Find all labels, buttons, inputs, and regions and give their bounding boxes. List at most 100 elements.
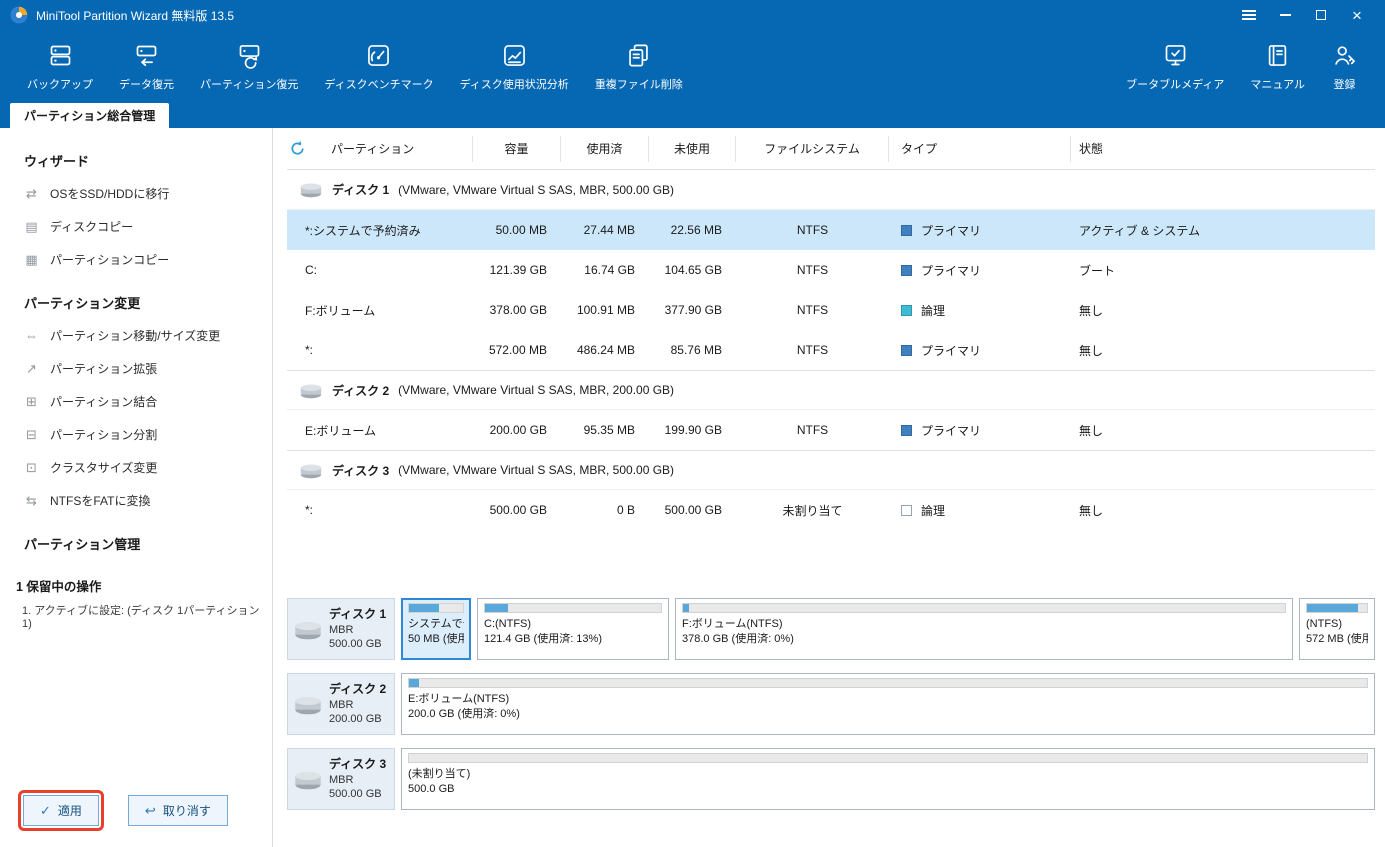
sidebar-section-partition-change: パーティション変更 bbox=[0, 284, 272, 319]
disk-group-2: ディスク 2 (VMware, VMware Virtual S SAS, MB… bbox=[287, 370, 1375, 450]
sidebar-item-label: ディスクコピー bbox=[50, 218, 133, 235]
unallocated-type-square bbox=[901, 505, 912, 516]
partition-row-c[interactable]: C: 121.39 GB 16.74 GB 104.65 GB NTFS プライ… bbox=[287, 250, 1375, 290]
toolbar-data-recovery[interactable]: データ復元 bbox=[108, 38, 185, 96]
table-header: パーティション 容量 使用済 未使用 ファイルシステム タイプ 状態 bbox=[287, 128, 1375, 170]
partition-recovery-icon bbox=[236, 42, 263, 69]
partition-block-f[interactable]: F:ボリューム(NTFS) 378.0 GB (使用済: 0%) bbox=[675, 598, 1293, 660]
tab-partition-management[interactable]: パーティション総合管理 bbox=[10, 103, 169, 128]
toolbar-backup[interactable]: バックアップ bbox=[16, 38, 104, 96]
sidebar-item-disk-copy[interactable]: ▤ ディスクコピー bbox=[0, 210, 272, 243]
toolbar-register[interactable]: 登録 bbox=[1320, 38, 1369, 96]
usage-bar bbox=[408, 603, 464, 613]
toolbar-manual[interactable]: マニュアル bbox=[1239, 38, 1316, 96]
content-area: ウィザード ⇄ OSをSSD/HDDに移行 ▤ ディスクコピー ▦ パーティショ… bbox=[0, 128, 1385, 847]
sidebar-item-migrate-os[interactable]: ⇄ OSをSSD/HDDに移行 bbox=[0, 177, 272, 210]
disk2-label[interactable]: ディスク 2 MBR 200.00 GB bbox=[287, 673, 395, 735]
disk-name: ディスク 1 bbox=[332, 181, 389, 198]
partition-filesystem: NTFS bbox=[736, 303, 889, 317]
partition-status: ブート bbox=[1071, 262, 1375, 279]
partition-capacity: 378.00 GB bbox=[473, 303, 561, 317]
menu-icon[interactable] bbox=[1231, 0, 1267, 30]
partition-used: 27.44 MB bbox=[561, 223, 649, 237]
logical-type-square bbox=[901, 305, 912, 316]
refresh-icon[interactable] bbox=[287, 136, 327, 162]
partition-block-c[interactable]: C:(NTFS) 121.4 GB (使用済: 13%) bbox=[477, 598, 669, 660]
partition-unused: 500.00 GB bbox=[649, 503, 736, 517]
sidebar-item-split[interactable]: ⊟ パーティション分割 bbox=[0, 418, 272, 451]
merge-partition-icon: ⊞ bbox=[24, 394, 39, 410]
disk3-header[interactable]: ディスク 3 (VMware, VMware Virtual S SAS, MB… bbox=[287, 450, 1375, 490]
sidebar-item-extend[interactable]: ↗ パーティション拡張 bbox=[0, 352, 272, 385]
disk-scheme: MBR bbox=[329, 698, 386, 712]
primary-type-square bbox=[901, 265, 912, 276]
partition-name: E:ボリューム bbox=[287, 422, 473, 439]
partition-capacity: 200.00 GB bbox=[473, 423, 561, 437]
partition-type: プライマリ bbox=[889, 222, 1071, 239]
sidebar-item-move-resize[interactable]: ⇔ パーティション移動/サイズ変更 bbox=[0, 319, 272, 352]
partition-unused: 104.65 GB bbox=[649, 263, 736, 277]
tab-bar: パーティション総合管理 bbox=[0, 103, 1385, 128]
partition-capacity: 50.00 MB bbox=[473, 223, 561, 237]
undo-button[interactable]: ↩ 取り消す bbox=[128, 795, 228, 826]
column-header-partition: パーティション bbox=[327, 136, 473, 162]
main-panel: パーティション 容量 使用済 未使用 ファイルシステム タイプ 状態 ディスク … bbox=[273, 128, 1385, 847]
column-header-used: 使用済 bbox=[561, 136, 649, 162]
partition-row-unnamed[interactable]: *: 572.00 MB 486.24 MB 85.76 MB NTFS プライ… bbox=[287, 330, 1375, 370]
disk-info: (VMware, VMware Virtual S SAS, MBR, 500.… bbox=[398, 183, 674, 197]
toolbar-partition-recovery[interactable]: パーティション復元 bbox=[189, 38, 309, 96]
pending-operation-item: 1. アクティブに設定: (ディスク 1パーティション1) bbox=[0, 602, 272, 632]
disk2-header[interactable]: ディスク 2 (VMware, VMware Virtual S SAS, MB… bbox=[287, 370, 1375, 410]
partition-block-unallocated[interactable]: (未割り当て) 500.0 GB bbox=[401, 748, 1375, 810]
split-partition-icon: ⊟ bbox=[24, 427, 39, 443]
partition-used: 486.24 MB bbox=[561, 343, 649, 357]
toolbar-label: ディスク使用状況分析 bbox=[460, 76, 569, 92]
partition-type: プライマリ bbox=[889, 342, 1071, 359]
sidebar-item-label: NTFSをFATに変換 bbox=[50, 492, 150, 509]
close-icon[interactable]: × bbox=[1339, 0, 1375, 30]
partition-row-unallocated[interactable]: *: 500.00 GB 0 B 500.00 GB 未割り当て 論理 無し bbox=[287, 490, 1375, 530]
disk1-label[interactable]: ディスク 1 MBR 500.00 GB bbox=[287, 598, 395, 660]
partition-name: *: bbox=[287, 343, 473, 357]
partition-block-e[interactable]: E:ボリューム(NTFS) 200.0 GB (使用済: 0%) bbox=[401, 673, 1375, 735]
maximize-icon[interactable] bbox=[1303, 0, 1339, 30]
sidebar-item-change-cluster-size[interactable]: ⊡ クラスタサイズ変更 bbox=[0, 451, 272, 484]
column-header-unused: 未使用 bbox=[649, 136, 736, 162]
apply-button[interactable]: ✓ 適用 bbox=[23, 795, 99, 826]
disk3-label[interactable]: ディスク 3 MBR 500.00 GB bbox=[287, 748, 395, 810]
partition-row-f[interactable]: F:ボリューム 378.00 GB 100.91 MB 377.90 GB NT… bbox=[287, 290, 1375, 330]
partition-unused: 199.90 GB bbox=[649, 423, 736, 437]
sidebar-item-label: パーティション移動/サイズ変更 bbox=[50, 327, 220, 344]
sidebar-section-partition-management: パーティション管理 bbox=[0, 525, 272, 560]
partition-type: プライマリ bbox=[889, 422, 1071, 439]
partition-status: 無し bbox=[1071, 502, 1375, 519]
window-title: MiniTool Partition Wizard 無料版 13.5 bbox=[36, 7, 234, 24]
sidebar-item-convert-ntfs-fat[interactable]: ⇆ NTFSをFATに変換 bbox=[0, 484, 272, 517]
minimize-icon[interactable] bbox=[1267, 0, 1303, 30]
partition-row-e[interactable]: E:ボリューム 200.00 GB 95.35 MB 199.90 GB NTF… bbox=[287, 410, 1375, 450]
disk-group-1: ディスク 1 (VMware, VMware Virtual S SAS, MB… bbox=[287, 170, 1375, 370]
cluster-size-icon: ⊡ bbox=[24, 460, 39, 476]
partition-unused: 22.56 MB bbox=[649, 223, 736, 237]
partition-row-system-reserved[interactable]: *:システムで予約済み 50.00 MB 27.44 MB 22.56 MB N… bbox=[287, 210, 1375, 250]
sidebar-item-merge[interactable]: ⊞ パーティション結合 bbox=[0, 385, 272, 418]
toolbar-label: ディスクベンチマーク bbox=[324, 76, 433, 92]
register-icon bbox=[1331, 42, 1358, 69]
partition-filesystem: NTFS bbox=[736, 223, 889, 237]
toolbar-bootable-media[interactable]: ブータブルメディア bbox=[1115, 38, 1235, 96]
partition-capacity: 500.00 GB bbox=[473, 503, 561, 517]
move-resize-icon: ⇔ bbox=[24, 328, 39, 343]
disk1-header[interactable]: ディスク 1 (VMware, VMware Virtual S SAS, MB… bbox=[287, 170, 1375, 210]
partition-block-unnamed[interactable]: (NTFS) 572 MB (使用済 bbox=[1299, 598, 1375, 660]
toolbar-duplicate-file-remover[interactable]: 重複ファイル削除 bbox=[584, 38, 694, 96]
column-header-filesystem: ファイルシステム bbox=[736, 136, 889, 162]
toolbar-disk-usage-analysis[interactable]: ディスク使用状況分析 bbox=[449, 38, 580, 96]
sidebar-item-partition-copy[interactable]: ▦ パーティションコピー bbox=[0, 243, 272, 276]
partition-filesystem: NTFS bbox=[736, 343, 889, 357]
usage-bar bbox=[408, 753, 1368, 763]
partition-block-system-reserved[interactable]: システムで予約 50 MB (使用済 bbox=[401, 598, 471, 660]
toolbar-right-group: ブータブルメディア マニュアル 登録 bbox=[1115, 38, 1369, 96]
toolbar-disk-benchmark[interactable]: ディスクベンチマーク bbox=[313, 38, 444, 96]
disk-name: ディスク 3 bbox=[329, 757, 386, 773]
migrate-os-icon: ⇄ bbox=[24, 186, 39, 202]
